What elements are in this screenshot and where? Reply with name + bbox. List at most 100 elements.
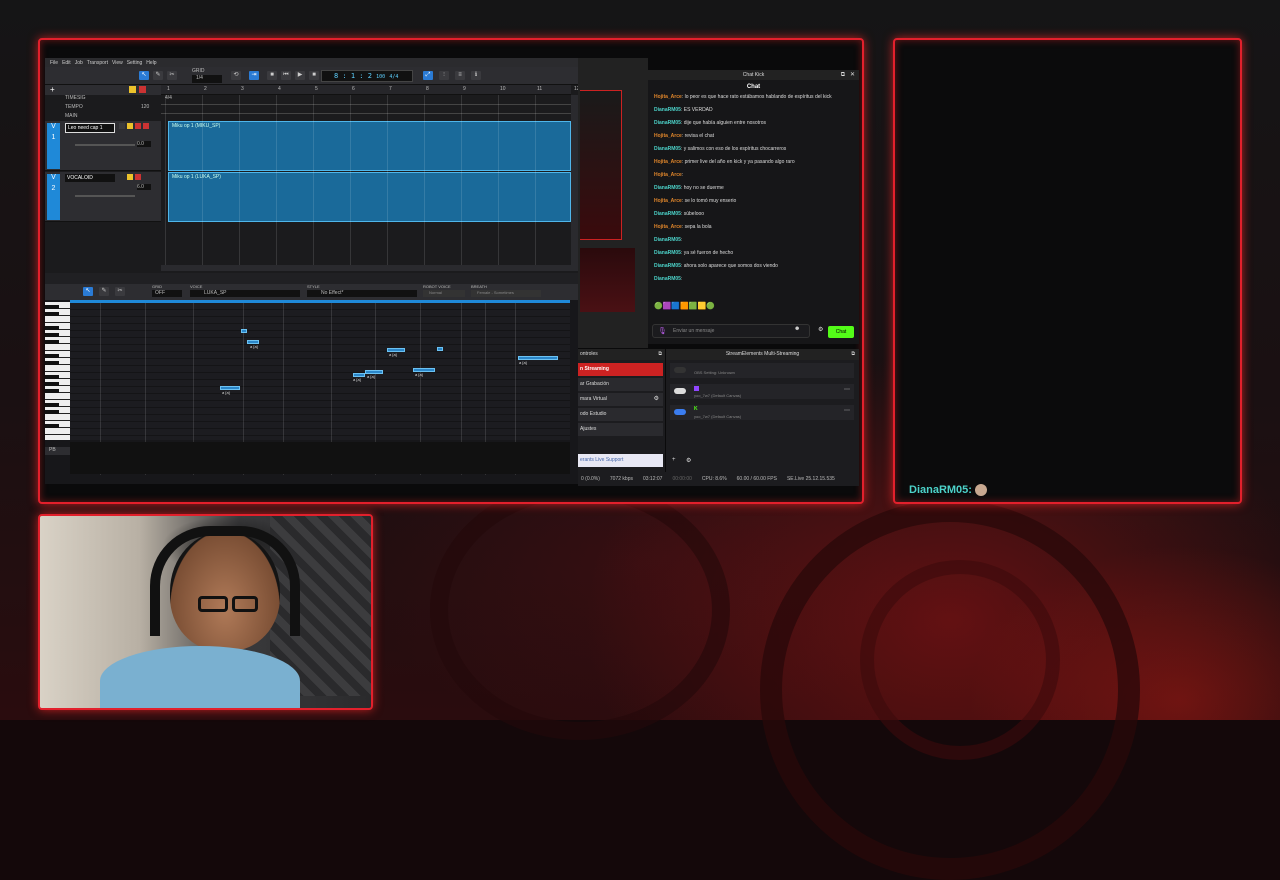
track-volume-slider[interactable] [75,195,135,197]
output-toggle[interactable] [674,388,686,394]
pencil-tool-icon[interactable]: ✎ [153,71,163,80]
add-track-icon[interactable]: + [50,85,55,94]
play-icon[interactable]: ▶ [295,71,305,80]
output-row[interactable]: yoo_7w7 (Default Canvas) ⋯ [670,384,854,399]
record-stop-icon[interactable]: ■ [309,71,319,80]
send-chat-button[interactable]: Chat [828,326,854,338]
black-key[interactable] [45,424,59,428]
pitchbend-label[interactable]: PB [45,447,70,455]
chat-username[interactable]: Hojita_Arce [654,133,682,139]
pointer-tool-icon[interactable]: ↖ [83,287,93,296]
track-record-button[interactable] [143,123,149,129]
menu-edit[interactable]: Edit [62,60,71,66]
track-header-1[interactable]: V1 Leo need cap 1 0.0 [45,121,161,171]
track-solo-button[interactable] [127,174,133,180]
horizontal-scrollbar[interactable] [161,265,571,271]
gear-icon[interactable]: ⚙ [654,393,659,406]
chat-username[interactable]: DianaRM05 [654,211,681,217]
settings-button[interactable]: Ajustes [578,423,663,436]
chat-username[interactable]: DianaRM05 [654,146,681,152]
loop-icon[interactable]: ⟲ [231,71,241,80]
note[interactable] [241,329,247,333]
vocal-clip-1[interactable]: Miku op 1 (MIKU_SP) [168,121,571,171]
start-recording-button[interactable]: ar Grabación [578,378,663,391]
track-mute-button[interactable] [135,123,141,129]
solo-all-icon[interactable] [129,86,136,93]
black-key[interactable] [45,375,59,379]
add-output-icon[interactable]: + [672,457,676,463]
black-key[interactable] [45,326,59,330]
chat-username[interactable]: Hojita_Arce [654,94,682,100]
studio-mode-button[interactable]: odo Estudio [578,408,663,421]
black-key[interactable] [45,389,59,393]
menu-file[interactable]: File [50,60,58,66]
black-key[interactable] [45,312,59,316]
stop-icon[interactable]: ■ [267,71,277,80]
close-icon[interactable]: ✕ [850,70,855,80]
start-streaming-button[interactable]: n Streaming [578,363,663,376]
rewind-icon[interactable]: ⏮ [281,71,291,80]
note[interactable] [437,347,443,351]
style-select[interactable]: No Effect* [307,290,417,297]
track-freeze-icon[interactable] [119,123,125,129]
chat-username[interactable]: DianaRM05 [654,185,681,191]
output-toggle[interactable] [674,409,686,415]
breath-select[interactable]: Female - Sometimes [471,290,541,297]
menu-setting[interactable]: Setting [127,60,143,66]
punch-icon[interactable]: ⇥ [249,71,259,80]
settings-icon[interactable]: ⚙ [818,326,823,333]
menu-help[interactable]: Help [146,60,156,66]
piano-keyboard[interactable] [45,302,70,440]
menu-view[interactable]: View [112,60,123,66]
track-mute-button[interactable] [135,174,141,180]
chat-username[interactable]: Hojita_Arce [654,159,682,165]
chat-username[interactable]: Hojita_Arce [654,224,682,230]
chat-input[interactable]: Enviar un mensaje [652,324,810,338]
voice-select[interactable]: LUKA_SP [190,290,300,297]
menu-transport[interactable]: Transport [87,60,108,66]
timeline-ruler[interactable]: 123456789101112 [161,85,578,95]
black-key[interactable] [45,410,59,414]
black-key[interactable] [45,305,59,309]
settings-icon[interactable]: ⚙ [686,457,691,464]
chat-username[interactable]: DianaRM05 [654,107,681,113]
track-header-2[interactable]: V2 VOCALOID 6.0 [45,172,161,222]
vocal-clip-2[interactable]: Miku op 1 (LUKA_SP) [168,172,571,222]
track-volume-slider[interactable] [75,144,135,146]
popout-icon[interactable]: ⧉ [841,70,845,80]
output-row[interactable]: OBS Setting: Unknown [670,363,854,378]
chat-username[interactable]: DianaRM05 [654,120,681,126]
black-key[interactable] [45,354,59,358]
follow-icon[interactable]: ⤢ [423,71,433,80]
black-key[interactable] [45,333,59,337]
output-toggle[interactable] [674,367,686,373]
black-key[interactable] [45,340,59,344]
robot-voice-select[interactable]: Normal [423,290,465,297]
black-key[interactable] [45,403,59,407]
pointer-tool-icon[interactable]: ↖ [139,71,149,80]
track-solo-button[interactable] [127,123,133,129]
black-key[interactable] [45,361,59,365]
chat-username[interactable]: Hojita_Arce [654,198,682,204]
mute-all-icon[interactable] [139,86,146,93]
chat-username[interactable]: Hojita_Arce [654,172,682,178]
chat-username[interactable]: DianaRM05 [654,250,681,256]
vertical-scrollbar[interactable] [571,95,578,271]
mixer-icon[interactable]: ⫶ [439,71,449,80]
track-name[interactable]: Leo need cap 1 [65,123,115,133]
emoji-icon[interactable]: ☻ [794,326,800,332]
grid-select[interactable]: 1/4 [192,75,222,83]
menu-job[interactable]: Job [75,60,83,66]
chat-username[interactable]: DianaRM05 [654,237,681,243]
scissors-tool-icon[interactable]: ✂ [167,71,177,80]
mic-icon[interactable]: 🎙 [658,327,667,335]
scissors-tool-icon[interactable]: ✂ [115,287,125,296]
more-icon[interactable]: ⋯ [844,407,850,414]
parameter-lane[interactable] [70,442,570,474]
list-icon[interactable]: ≡ [455,71,465,80]
virtual-camera-button[interactable]: mara Virtual ⚙ [578,393,663,406]
track-name[interactable]: VOCALOID [65,174,115,182]
chat-username[interactable]: DianaRM05 [654,263,681,269]
black-key[interactable] [45,382,59,386]
chat-username[interactable]: DianaRM05 [654,276,681,282]
